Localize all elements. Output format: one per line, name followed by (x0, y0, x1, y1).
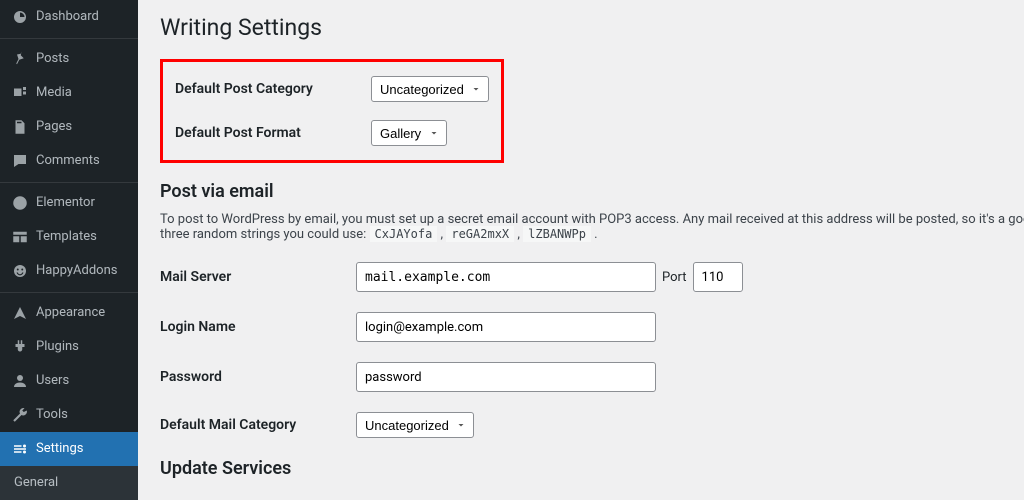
highlighted-settings-box: Default Post Category Uncategorized Defa… (160, 59, 504, 163)
sidebar-item-label: HappyAddons (36, 262, 117, 280)
submenu-item-general[interactable]: General (0, 470, 138, 495)
sidebar-item-plugins[interactable]: Plugins (0, 330, 138, 364)
appearance-icon (10, 303, 30, 323)
random-string-code: CxJAYofa (370, 226, 438, 242)
default-post-format-select[interactable]: Gallery (371, 120, 447, 146)
description-text: To post to WordPress by email, you must … (160, 212, 1024, 227)
page-title: Writing Settings (160, 14, 1004, 41)
settings-icon (10, 439, 30, 459)
mail-server-label: Mail Server (160, 269, 356, 285)
sidebar-item-label: Dashboard (36, 8, 99, 26)
sidebar-item-label: Comments (36, 152, 100, 170)
sidebar-item-users[interactable]: Users (0, 364, 138, 398)
dashboard-icon (10, 7, 30, 27)
random-string-code: reGA2mxX (446, 226, 514, 242)
templates-icon (10, 227, 30, 247)
default-post-category-label: Default Post Category (175, 81, 371, 97)
main-content: Writing Settings Default Post Category U… (138, 0, 1024, 500)
plugins-icon (10, 337, 30, 357)
default-mail-category-label: Default Mail Category (160, 417, 356, 433)
sidebar-item-label: Pages (36, 118, 72, 136)
media-icon (10, 83, 30, 103)
sidebar-item-settings[interactable]: Settings (0, 432, 138, 466)
settings-submenu: General Writing Reading (0, 466, 138, 500)
default-post-format-label: Default Post Format (175, 125, 371, 141)
post-via-email-description: To post to WordPress by email, you must … (160, 212, 1004, 242)
pages-icon (10, 117, 30, 137)
users-icon (10, 371, 30, 391)
sidebar-item-label: Appearance (36, 304, 105, 322)
tools-icon (10, 405, 30, 425)
sidebar-item-templates[interactable]: Templates (0, 220, 138, 254)
update-services-heading: Update Services (160, 458, 1004, 479)
comments-icon (10, 151, 30, 171)
post-via-email-heading: Post via email (160, 181, 1004, 202)
sidebar-item-tools[interactable]: Tools (0, 398, 138, 432)
sidebar-item-elementor[interactable]: Elementor (0, 182, 138, 220)
sidebar-item-happyaddons[interactable]: HappyAddons (0, 254, 138, 288)
default-mail-category-select[interactable]: Uncategorized (356, 412, 474, 438)
password-input[interactable] (356, 362, 656, 392)
login-name-input[interactable] (356, 312, 656, 342)
sidebar-item-media[interactable]: Media (0, 76, 138, 110)
sidebar-item-dashboard[interactable]: Dashboard (0, 0, 138, 34)
sidebar-item-pages[interactable]: Pages (0, 110, 138, 144)
elementor-icon (10, 193, 30, 213)
submenu-item-writing[interactable]: Writing (0, 495, 138, 500)
sidebar-item-label: Media (36, 84, 72, 102)
login-name-label: Login Name (160, 319, 356, 335)
sidebar-item-label: Tools (36, 406, 68, 424)
default-post-category-select[interactable]: Uncategorized (371, 76, 489, 102)
description-text-2: three random strings you could use: (160, 227, 370, 242)
sidebar-item-label: Elementor (36, 194, 95, 212)
password-label: Password (160, 369, 356, 385)
port-label: Port (662, 270, 687, 285)
mail-server-port-input[interactable] (693, 262, 743, 292)
sidebar-item-comments[interactable]: Comments (0, 144, 138, 178)
sidebar-item-posts[interactable]: Posts (0, 38, 138, 76)
sidebar-item-label: Templates (36, 228, 97, 246)
mail-server-input[interactable] (356, 262, 656, 292)
sidebar-item-label: Plugins (36, 338, 79, 356)
admin-sidebar: Dashboard Posts Media Pages Comments Ele… (0, 0, 138, 500)
sidebar-item-label: Settings (36, 440, 83, 458)
random-string-code: lZBANWPp (523, 226, 591, 242)
sidebar-item-appearance[interactable]: Appearance (0, 292, 138, 330)
sidebar-item-label: Posts (36, 50, 69, 68)
pin-icon (10, 49, 30, 69)
sidebar-item-label: Users (36, 372, 69, 390)
happyaddons-icon (10, 261, 30, 281)
